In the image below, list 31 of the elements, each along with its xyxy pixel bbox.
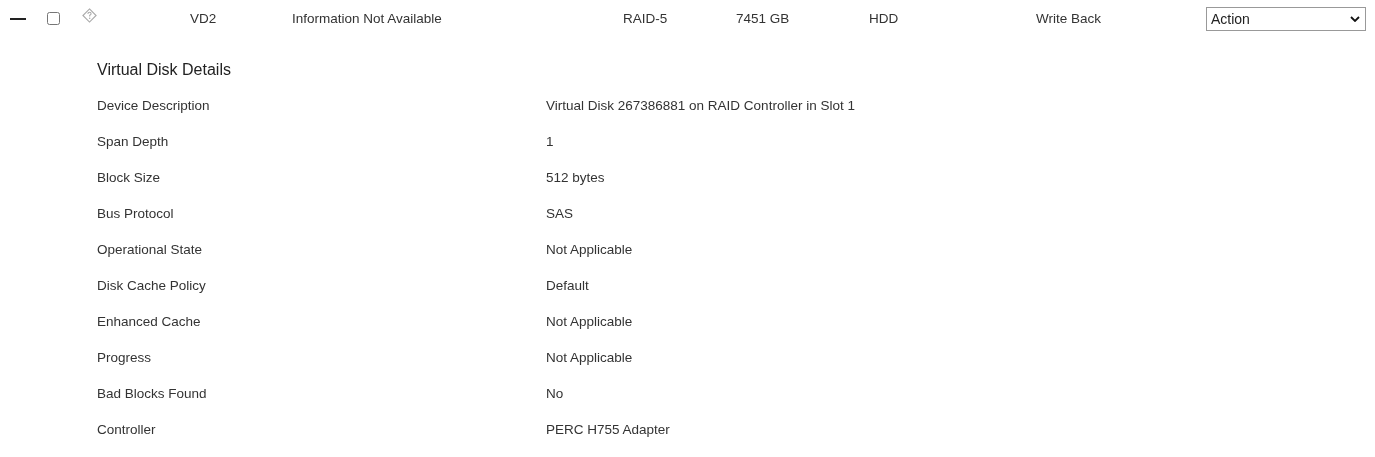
section-title: Virtual Disk Details	[97, 61, 232, 80]
field-label: Block Size	[97, 169, 162, 185]
checkbox[interactable]	[47, 12, 60, 25]
field-label: Bad Blocks Found	[97, 385, 208, 401]
field-label: Progress	[97, 349, 153, 365]
field-value: 512 bytes	[546, 169, 606, 185]
field-value: Not Applicable	[546, 241, 634, 257]
disk-name: VD2	[190, 11, 217, 26]
raid-level: RAID-5	[623, 11, 668, 26]
field-label: Disk Cache Policy	[97, 277, 207, 293]
media-type: HDD	[869, 11, 899, 26]
field-value: Virtual Disk 267386881 on RAID Controller in Slot 1	[546, 97, 856, 113]
field-label: Enhanced Cache	[97, 313, 202, 329]
write-policy: Write Back	[1036, 11, 1101, 26]
field-value: PERC H755 Adapter	[546, 421, 671, 437]
caret-icon	[1350, 15, 1360, 22]
field-value: No	[546, 385, 565, 401]
field-value: Not Applicable	[546, 313, 634, 329]
status-text: Information Not Available	[292, 11, 442, 26]
field-value: Not Applicable	[546, 349, 634, 365]
action-dropdown[interactable]: Action	[1206, 6, 1366, 31]
field-label: Operational State	[97, 241, 204, 257]
field-label: Span Depth	[97, 133, 170, 149]
field-label: Bus Protocol	[97, 205, 175, 221]
field-label: Device Description	[97, 97, 211, 113]
field-label: Controller	[97, 421, 157, 437]
disk-size: 7451 GB	[736, 11, 790, 26]
field-value: Default	[546, 277, 590, 293]
field-value: 1	[546, 133, 555, 149]
field-value: SAS	[546, 205, 574, 221]
unknown-status-icon	[82, 8, 97, 23]
